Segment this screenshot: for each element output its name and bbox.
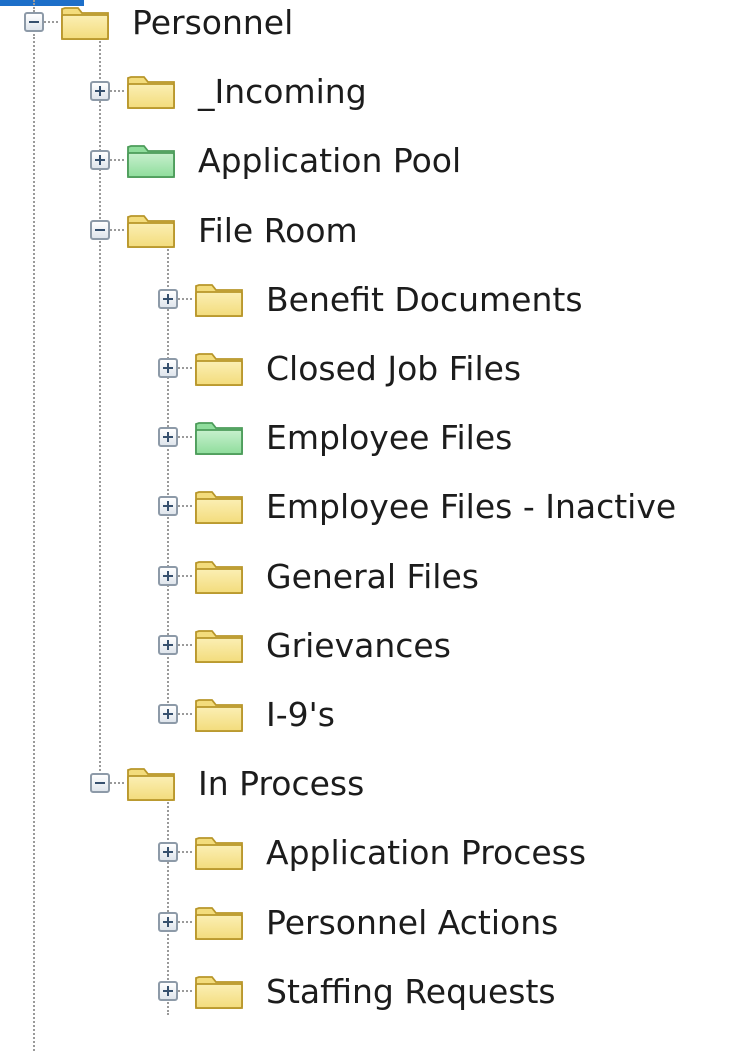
tree-item-label: Employee Files [266, 418, 513, 457]
tree-stem-connector [110, 90, 124, 92]
folder-icon [194, 902, 244, 942]
tree-item-application-process[interactable]: Application Process [158, 829, 746, 881]
tree-stem-connector [178, 575, 192, 577]
folder-tree: Personnel _Incoming Application Pool File R… [0, 0, 746, 1051]
tree-item-label: Application Pool [198, 141, 462, 180]
folder-icon [194, 832, 244, 872]
folder-icon [194, 694, 244, 734]
collapse-icon[interactable] [90, 220, 110, 240]
collapse-icon[interactable] [24, 12, 44, 32]
tree-stem-connector [178, 367, 192, 369]
tree-stem-connector [178, 713, 192, 715]
tree-stem-connector [110, 229, 124, 231]
tree-stem-connector [178, 851, 192, 853]
tree-stem-connector [110, 159, 124, 161]
tree-item-label: _Incoming [198, 72, 367, 111]
tree-item-label: In Process [198, 764, 365, 803]
expand-icon[interactable] [158, 496, 178, 516]
folder-icon [60, 2, 110, 42]
tree-item-application-pool[interactable]: Application Pool [90, 137, 746, 189]
folder-icon [194, 625, 244, 665]
tree-stem-connector [178, 644, 192, 646]
folder-icon [194, 348, 244, 388]
folder-icon [126, 71, 176, 111]
folder-icon [126, 763, 176, 803]
tree-stem-connector [178, 298, 192, 300]
expand-icon[interactable] [158, 358, 178, 378]
tree-stem-connector [44, 21, 58, 23]
tree-item-benefit-documents[interactable]: Benefit Documents [158, 276, 746, 328]
folder-icon [126, 140, 176, 180]
tree-item-personnel-actions[interactable]: Personnel Actions [158, 899, 746, 951]
folder-icon [194, 417, 244, 457]
expand-icon[interactable] [90, 150, 110, 170]
tree-item-file-room[interactable]: File Room [90, 207, 746, 259]
folder-icon [194, 279, 244, 319]
tree-item-label: I-9's [266, 695, 335, 734]
expand-icon[interactable] [158, 981, 178, 1001]
tree-stem-connector [178, 990, 192, 992]
tree-stem-connector [178, 505, 192, 507]
tree-stem-connector [178, 436, 192, 438]
tree-item-incoming[interactable]: _Incoming [90, 68, 746, 120]
tree-item-label: File Room [198, 211, 358, 250]
expand-icon[interactable] [158, 842, 178, 862]
tree-item-closed-job-files[interactable]: Closed Job Files [158, 345, 746, 397]
tree-stem-connector [178, 921, 192, 923]
folder-icon [194, 971, 244, 1011]
tree-item-label: Employee Files - Inactive [266, 487, 677, 526]
tree-item-label: General Files [266, 557, 479, 596]
tree-item-in-process[interactable]: In Process [90, 760, 746, 812]
tree-item-employee-files[interactable]: Employee Files [158, 414, 746, 466]
folder-icon [126, 210, 176, 250]
expand-icon[interactable] [158, 427, 178, 447]
expand-icon[interactable] [158, 635, 178, 655]
tree-item-grievances[interactable]: Grievances [158, 622, 746, 674]
tree-item-staffing-requests[interactable]: Staffing Requests [158, 968, 746, 1020]
tree-item-personnel[interactable]: Personnel [24, 0, 746, 51]
folder-icon [194, 556, 244, 596]
tree-item-label: Staffing Requests [266, 972, 556, 1011]
tree-item-label: Application Process [266, 833, 587, 872]
expand-icon[interactable] [158, 912, 178, 932]
tree-item-label: Benefit Documents [266, 280, 583, 319]
expand-icon[interactable] [158, 289, 178, 309]
tree-item-label: Personnel Actions [266, 903, 559, 942]
tree-item-general-files[interactable]: General Files [158, 553, 746, 605]
tree-item-label: Grievances [266, 626, 451, 665]
tree-item-i-9-s[interactable]: I-9's [158, 691, 746, 743]
folder-icon [194, 486, 244, 526]
tree-parent-connector [33, 34, 35, 1051]
tree-item-label: Personnel [132, 3, 294, 42]
tree-item-employee-files-inactive[interactable]: Employee Files - Inactive [158, 483, 746, 535]
tree-item-label: Closed Job Files [266, 349, 522, 388]
tree-stem-connector [110, 782, 124, 784]
collapse-icon[interactable] [90, 773, 110, 793]
expand-icon[interactable] [158, 704, 178, 724]
expand-icon[interactable] [158, 566, 178, 586]
expand-icon[interactable] [90, 81, 110, 101]
